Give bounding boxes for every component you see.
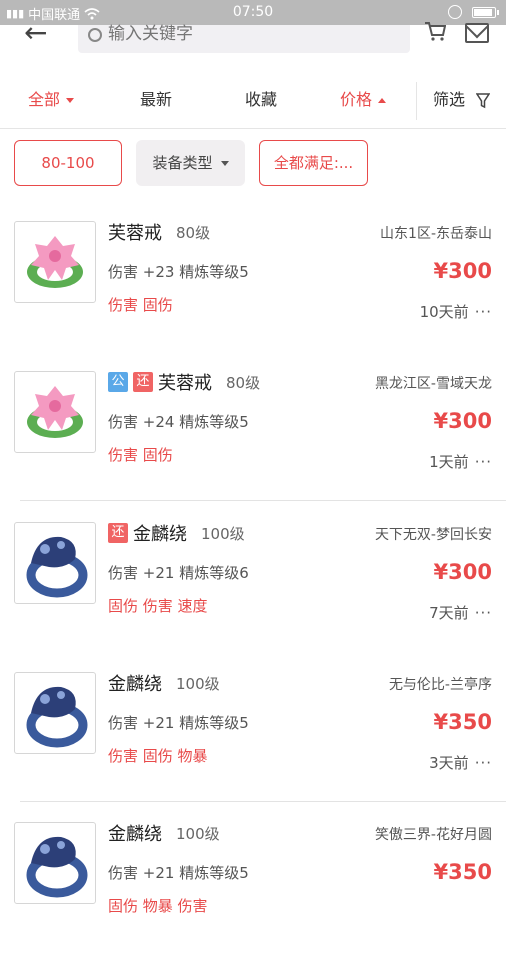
item-level: 80级	[226, 373, 261, 392]
filter-icon	[476, 92, 491, 108]
tab-divider	[416, 82, 417, 120]
top-header: ←	[0, 19, 506, 60]
tab-latest[interactable]: 最新	[140, 72, 172, 128]
item-server: 山东1区-东岳泰山	[380, 226, 492, 242]
item-name: 金麟绕	[108, 824, 162, 845]
tab-all[interactable]: 全部	[28, 72, 75, 128]
item-name: 金麟绕	[133, 524, 187, 545]
tab-favorites-label: 收藏	[245, 90, 278, 109]
bargain-badge: 还	[133, 372, 153, 392]
search-box[interactable]	[78, 24, 410, 53]
silver-ring-icon	[26, 536, 88, 598]
section-divider	[20, 500, 506, 501]
item-price: ¥300	[433, 259, 492, 283]
item-level: 100级	[201, 524, 245, 543]
listing-item[interactable]: 芙蓉戒 80级 山东1区-东岳泰山 伤害 +23 精炼等级5 ¥300 伤害 固…	[0, 221, 506, 361]
item-tags: 伤害 固伤	[108, 296, 173, 314]
item-server: 无与伦比-兰亭序	[388, 677, 492, 693]
item-level: 100级	[176, 824, 220, 843]
item-name: 芙蓉戒	[108, 223, 162, 244]
item-time-label: 3天前	[429, 754, 469, 772]
item-level: 80级	[176, 223, 211, 242]
item-thumbnail	[14, 221, 96, 303]
back-arrow-icon[interactable]: ←	[24, 19, 47, 47]
public-badge: 公	[108, 372, 128, 392]
jade-ring-icon	[27, 386, 83, 438]
tab-filter-label: 筛选	[433, 90, 466, 109]
clock: 07:50	[232, 4, 274, 20]
cart-icon[interactable]	[424, 21, 446, 41]
tab-price-label: 价格	[340, 90, 373, 109]
listing-item[interactable]: 金麟绕 100级 笑傲三界-花好月圆 伤害 +21 精炼等级5 ¥350 固伤 …	[0, 822, 506, 962]
search-icon	[88, 28, 102, 42]
filter-chip-level-label: 80-100	[41, 154, 95, 172]
item-title-line: 金麟绕 100级	[108, 820, 220, 846]
item-time-label: 1天前	[429, 453, 469, 471]
item-time: 10天前 ···	[420, 301, 492, 322]
tab-latest-label: 最新	[140, 90, 173, 109]
item-stats: 伤害 +21 精炼等级5	[108, 864, 249, 882]
filter-chip-conditions-label: 全都满足:...	[273, 154, 354, 172]
bargain-badge: 还	[108, 523, 128, 543]
item-stats: 伤害 +23 精炼等级5	[108, 263, 249, 281]
search-input[interactable]	[108, 24, 368, 44]
item-thumbnail	[14, 522, 96, 604]
mail-icon[interactable]	[465, 23, 489, 43]
caret-down-icon	[66, 98, 75, 103]
tab-filter[interactable]: 筛选	[433, 72, 491, 128]
caret-up-icon	[378, 98, 387, 103]
item-stats: 伤害 +21 精炼等级5	[108, 714, 249, 732]
caret-down-icon	[220, 161, 229, 166]
item-price: ¥300	[433, 560, 492, 584]
more-icon[interactable]: ···	[475, 754, 492, 772]
sort-tabs: 全部 最新 收藏 价格 筛选	[0, 72, 506, 129]
tab-all-label: 全部	[28, 90, 61, 109]
item-stats: 伤害 +21 精炼等级6	[108, 564, 249, 582]
filter-chip-level[interactable]: 80-100	[14, 140, 122, 186]
item-time: 7天前 ···	[429, 602, 492, 623]
item-thumbnail	[14, 672, 96, 754]
item-thumbnail	[14, 822, 96, 904]
item-time-label: 7天前	[429, 604, 469, 622]
item-price: ¥350	[433, 860, 492, 884]
item-price: ¥350	[433, 710, 492, 734]
item-title-line: 芙蓉戒 80级	[108, 219, 210, 245]
item-thumbnail	[14, 371, 96, 453]
item-tags: 固伤 伤害 速度	[108, 597, 208, 615]
listing-item[interactable]: 还 金麟绕 100级 天下无双-梦回长安 伤害 +21 精炼等级6 ¥300 固…	[0, 522, 506, 662]
item-server: 黑龙江区-雪域天龙	[374, 376, 492, 392]
more-icon[interactable]: ···	[475, 604, 492, 622]
tab-price[interactable]: 价格	[340, 72, 387, 128]
more-icon[interactable]: ···	[475, 303, 492, 321]
item-level: 100级	[176, 674, 220, 693]
filter-chip-conditions[interactable]: 全都满足:...	[259, 140, 368, 186]
item-title-line: 还 金麟绕 100级	[108, 520, 245, 546]
item-server: 天下无双-梦回长安	[374, 527, 492, 543]
silver-ring-icon	[26, 686, 88, 748]
item-server: 笑傲三界-花好月圆	[374, 827, 492, 843]
item-title-line: 公 还 芙蓉戒 80级	[108, 369, 260, 395]
item-name: 金麟绕	[108, 674, 162, 695]
item-price: ¥300	[433, 409, 492, 433]
item-tags: 伤害 固伤	[108, 446, 173, 464]
status-right	[448, 5, 499, 19]
item-stats: 伤害 +24 精炼等级5	[108, 413, 249, 431]
filter-chip-type[interactable]: 装备类型	[136, 140, 245, 186]
item-tags: 伤害 固伤 物暴	[108, 747, 208, 765]
item-title-line: 金麟绕 100级	[108, 670, 220, 696]
item-name: 芙蓉戒	[158, 373, 212, 394]
listing-item[interactable]: 公 还 芙蓉戒 80级 黑龙江区-雪域天龙 伤害 +24 精炼等级5 ¥300 …	[0, 371, 506, 511]
item-tags: 固伤 物暴 伤害	[108, 897, 208, 915]
item-time: 3天前 ···	[429, 752, 492, 773]
silver-ring-icon	[26, 836, 88, 898]
section-divider	[20, 801, 506, 802]
tab-favorites[interactable]: 收藏	[245, 72, 277, 128]
item-time-label: 10天前	[419, 303, 469, 321]
item-time: 1天前 ···	[429, 451, 492, 472]
jade-ring-icon	[27, 236, 83, 288]
rotation-lock-icon	[448, 5, 462, 19]
more-icon[interactable]: ···	[475, 453, 492, 471]
listing-item[interactable]: 金麟绕 100级 无与伦比-兰亭序 伤害 +21 精炼等级5 ¥350 伤害 固…	[0, 672, 506, 812]
filter-chip-type-label: 装备类型	[152, 154, 213, 172]
